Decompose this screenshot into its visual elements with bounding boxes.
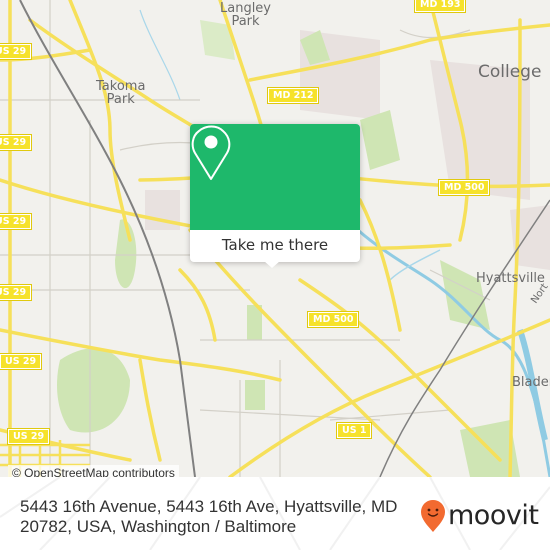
park (360, 110, 400, 170)
park (57, 348, 130, 433)
place-label-langley-park: Langley Park (220, 2, 271, 28)
moovit-pin-face-icon (421, 500, 445, 532)
stream (389, 249, 441, 281)
road-shield-us-29: US 29 (0, 353, 43, 370)
footer: 5443 16th Avenue, 5443 16th Ave, Hyattsv… (0, 477, 550, 550)
take-me-there-button[interactable]: Take me there (190, 230, 360, 262)
place-label-hyattsville: Hyattsville (476, 271, 545, 286)
address-line: 20782, USA, Washington / Baltimore (20, 517, 297, 536)
label-line: Park (106, 92, 135, 107)
map-attribution[interactable]: © OpenStreetMap contributors (8, 465, 179, 477)
moovit-logo[interactable]: moovit (420, 499, 539, 533)
road-shield-us-29: US 29 (0, 134, 33, 151)
map-view[interactable]: Langley Park Takoma Park College Hyattsv… (0, 0, 550, 477)
stream (139, 9, 181, 101)
road-shield-md-212: MD 212 (266, 87, 320, 104)
place-label-bladensburg: Bladen (512, 375, 550, 390)
moovit-wordmark: moovit (448, 500, 539, 531)
road-shield-us-29: US 29 (6, 428, 51, 445)
popup-pointer (264, 261, 280, 268)
road-shield-md-500-east: MD 500 (437, 179, 491, 196)
road-shield-us-29: US 29 (0, 284, 33, 301)
place-label-takoma-park: Takoma Park (96, 80, 145, 106)
road-shield-us-1: US 1 (335, 422, 373, 439)
road-shield-us-29: US 29 (0, 43, 33, 60)
park (245, 380, 265, 410)
location-popup: Take me there (190, 124, 360, 268)
popup-header (190, 124, 360, 230)
label-line: Park (231, 14, 260, 29)
map-pin-icon (191, 125, 231, 180)
place-label-college: College (478, 62, 542, 82)
road-shield-us-29: US 29 (0, 213, 33, 230)
address-line: 5443 16th Avenue, 5443 16th Ave, Hyattsv… (20, 497, 398, 516)
address-text: 5443 16th Avenue, 5443 16th Ave, Hyattsv… (20, 497, 420, 537)
road-shield-md-500-south: MD 500 (306, 311, 360, 328)
road-shield-md-193: MD 193 (413, 0, 467, 13)
